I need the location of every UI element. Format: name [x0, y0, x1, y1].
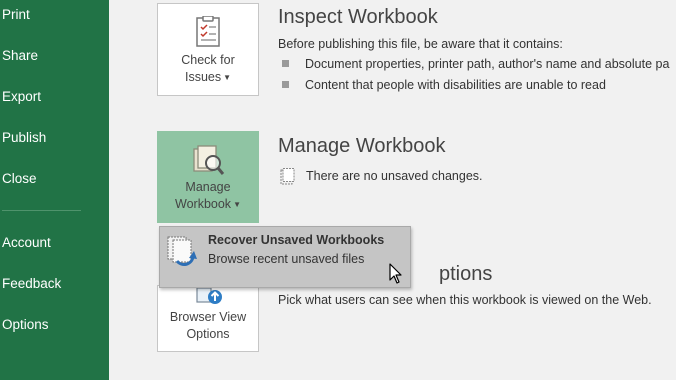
- bullet-icon: [282, 60, 289, 67]
- browser-view-options-button[interactable]: Browser View Options: [157, 285, 259, 352]
- dropdown-caret-icon: ▼: [233, 200, 241, 209]
- info-panel: Check for Issues ▼ Inspect Workbook Befor…: [109, 0, 676, 380]
- sidebar-item-account[interactable]: Account: [2, 235, 51, 250]
- manage-workbook-dropdown: Recover Unsaved Workbooks Browse recent …: [159, 226, 411, 288]
- browser-view-icon: [196, 287, 222, 304]
- recover-unsaved-workbooks-item[interactable]: Recover Unsaved Workbooks Browse recent …: [160, 227, 410, 287]
- sidebar-item-share[interactable]: Share: [2, 48, 38, 63]
- manage-workbook-label-2: Workbook ▼: [158, 196, 258, 213]
- backstage-sidebar: Print Share Export Publish Close Account…: [0, 0, 109, 380]
- manage-workbook-title: Manage Workbook: [278, 135, 446, 157]
- manage-workbook-button[interactable]: Manage Workbook ▼: [157, 131, 259, 223]
- check-for-issues-label-2-text: Issues: [184, 70, 222, 84]
- sidebar-divider: [2, 210, 81, 211]
- sidebar-item-close[interactable]: Close: [2, 171, 37, 186]
- check-for-issues-icon: [196, 16, 220, 47]
- check-for-issues-button[interactable]: Check for Issues ▼: [157, 3, 259, 96]
- document-icon: [280, 168, 295, 185]
- sidebar-item-publish[interactable]: Publish: [2, 130, 46, 145]
- browser-view-title: ptions: [439, 263, 493, 285]
- inspect-bullet-accessibility: Content that people with disabilities ar…: [305, 78, 606, 92]
- sidebar-item-feedback[interactable]: Feedback: [2, 276, 61, 291]
- sidebar-item-options[interactable]: Options: [2, 317, 49, 332]
- inspect-workbook-title: Inspect Workbook: [278, 6, 438, 28]
- manage-workbook-label-2-text: Workbook: [175, 197, 232, 211]
- browser-view-description: Pick what users can see when this workbo…: [278, 293, 652, 307]
- browser-view-label-2: Options: [186, 327, 230, 341]
- recover-files-icon: [167, 236, 197, 266]
- browser-view-label-1: Browser View: [169, 310, 247, 324]
- manage-workbook-label-1: Manage: [185, 180, 231, 194]
- recover-unsaved-desc: Browse recent unsaved files: [208, 252, 365, 266]
- mouse-cursor-icon: [389, 263, 402, 284]
- sidebar-item-print[interactable]: Print: [2, 7, 30, 22]
- check-for-issues-label-1: Check for: [181, 53, 235, 67]
- inspect-workbook-description: Before publishing this file, be aware th…: [278, 37, 563, 51]
- bullet-icon: [282, 81, 289, 88]
- check-for-issues-label-2: Issues ▼: [158, 69, 258, 86]
- sidebar-item-export[interactable]: Export: [2, 89, 41, 104]
- manage-workbook-icon: [193, 145, 225, 175]
- recover-unsaved-title: Recover Unsaved Workbooks: [208, 233, 385, 247]
- dropdown-caret-icon: ▼: [223, 73, 232, 82]
- manage-workbook-status: There are no unsaved changes.: [306, 169, 483, 183]
- inspect-bullet-properties: Document properties, printer path, autho…: [305, 57, 670, 71]
